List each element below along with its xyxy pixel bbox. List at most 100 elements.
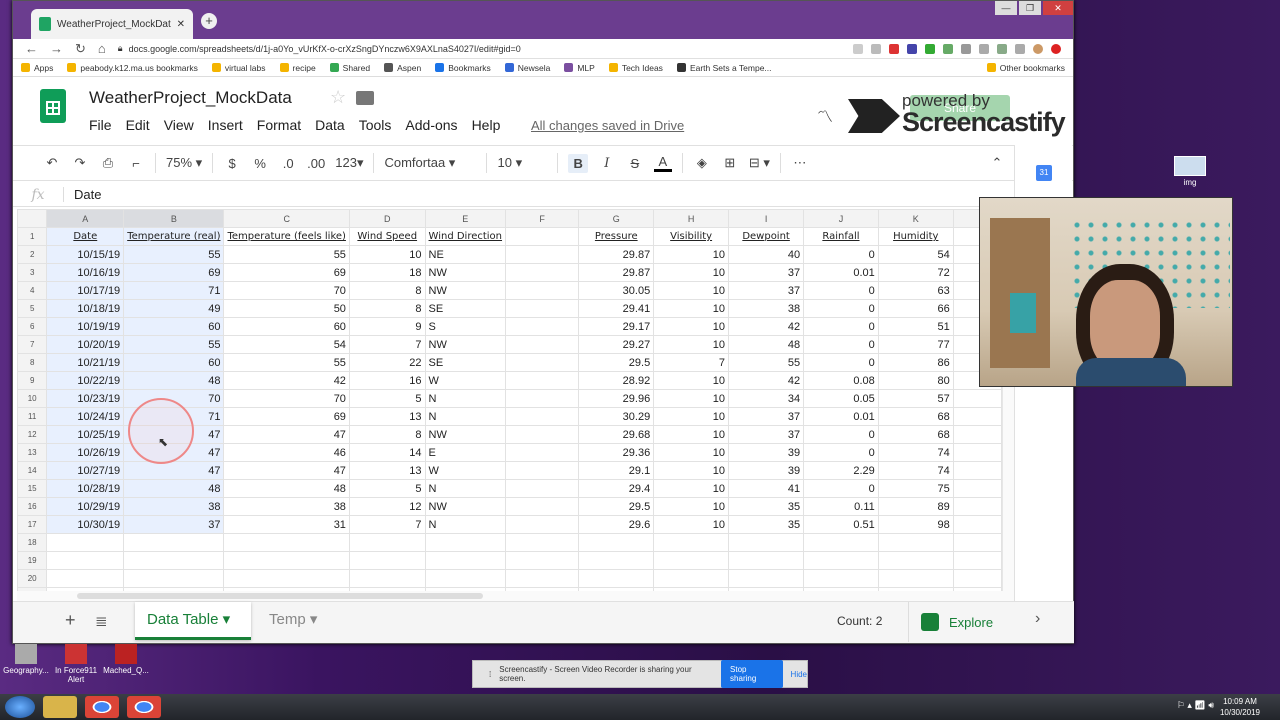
table-cell[interactable]: W	[424, 371, 507, 390]
table-cell[interactable]: 38	[223, 497, 350, 516]
extension-icon[interactable]	[1015, 43, 1025, 54]
stop-sharing-button[interactable]: Stop sharing	[721, 660, 783, 688]
empty-cell[interactable]	[223, 569, 350, 588]
table-cell[interactable]	[505, 515, 580, 534]
table-cell[interactable]: SE	[424, 353, 507, 372]
row-number[interactable]: 16	[17, 497, 48, 516]
row-number[interactable]: 12	[17, 425, 48, 444]
select-all-corner[interactable]	[17, 209, 48, 228]
explore-button[interactable]: Explore	[908, 602, 1020, 642]
table-cell[interactable]: 37	[728, 263, 805, 282]
empty-cell[interactable]	[952, 479, 1002, 498]
table-cell[interactable]: 10/22/19	[46, 371, 125, 390]
table-cell[interactable]: 29.17	[578, 317, 655, 336]
table-cell[interactable]: 0.01	[803, 263, 879, 282]
row-number[interactable]: 14	[17, 461, 48, 480]
more-options-icon[interactable]: ⋯	[791, 155, 809, 171]
table-cell[interactable]: 10/27/19	[46, 461, 125, 480]
empty-cell[interactable]	[728, 533, 805, 552]
table-cell[interactable]	[505, 497, 580, 516]
table-cell[interactable]: 48	[223, 479, 350, 498]
row-number[interactable]: 20	[17, 569, 48, 588]
table-cell[interactable]: 49	[123, 299, 225, 318]
extension-icon[interactable]	[1051, 43, 1061, 54]
row-number[interactable]: 8	[17, 353, 48, 372]
table-cell[interactable]: N	[424, 389, 507, 408]
table-cell[interactable]: 37	[123, 515, 225, 534]
table-cell[interactable]: 71	[123, 281, 225, 300]
table-cell[interactable]: 60	[223, 317, 350, 336]
table-cell[interactable]: 10/21/19	[46, 353, 125, 372]
table-cell[interactable]: 10/25/19	[46, 425, 125, 444]
table-cell[interactable]	[505, 281, 580, 300]
column-header[interactable]: G	[578, 209, 655, 228]
table-cell[interactable]: 10	[653, 245, 730, 264]
empty-cell[interactable]	[952, 551, 1002, 570]
bookmark-star-icon[interactable]	[871, 43, 881, 54]
row-number[interactable]: 17	[17, 515, 48, 534]
table-cell[interactable]: 74	[877, 443, 954, 462]
table-cell[interactable]: NE	[424, 245, 507, 264]
table-cell[interactable]: 5	[348, 479, 426, 498]
extension-icon[interactable]	[943, 43, 953, 54]
table-cell[interactable]	[505, 353, 580, 372]
decrease-decimal-button[interactable]: .0	[279, 156, 297, 171]
empty-cell[interactable]	[46, 551, 125, 570]
table-cell[interactable]: 30.29	[578, 407, 655, 426]
empty-cell[interactable]	[653, 569, 730, 588]
table-cell[interactable]: 0.11	[803, 497, 879, 516]
empty-cell[interactable]	[803, 551, 879, 570]
formula-input[interactable]: Date	[63, 187, 101, 202]
header-cell[interactable]: Temperature (feels like)	[223, 227, 350, 246]
bookmark-item[interactable]: peabody.k12.ma.us bookmarks	[67, 63, 198, 73]
clock[interactable]: 10:09 AM 10/30/2019	[1220, 696, 1260, 718]
table-cell[interactable]: 42	[223, 371, 350, 390]
extension-icon[interactable]	[907, 43, 917, 54]
column-header[interactable]: I	[728, 209, 805, 228]
table-cell[interactable]: 29.41	[578, 299, 655, 318]
header-cell[interactable]: Dewpoint	[728, 227, 805, 246]
column-header[interactable]: D	[348, 209, 426, 228]
table-cell[interactable]: 70	[223, 389, 350, 408]
table-cell[interactable]	[505, 335, 580, 354]
table-cell[interactable]: 29.6	[578, 515, 655, 534]
table-cell[interactable]: 29.87	[578, 245, 655, 264]
empty-cell[interactable]	[578, 569, 655, 588]
table-cell[interactable]: 10	[653, 425, 730, 444]
table-cell[interactable]: 38	[123, 497, 225, 516]
sheet-tab-temp[interactable]: Temp ▾	[257, 602, 339, 640]
row-number[interactable]: 4	[17, 281, 48, 300]
header-cell[interactable]: Pressure	[578, 227, 655, 246]
table-cell[interactable]: 35	[728, 497, 805, 516]
table-cell[interactable]: 13	[348, 461, 426, 480]
table-cell[interactable]: 10/17/19	[46, 281, 125, 300]
table-cell[interactable]: 48	[728, 335, 805, 354]
table-cell[interactable]: 68	[877, 425, 954, 444]
menu-data[interactable]: Data	[315, 117, 345, 133]
table-cell[interactable]: 48	[123, 371, 225, 390]
table-cell[interactable]: 10	[653, 479, 730, 498]
row-number[interactable]: 15	[17, 479, 48, 498]
table-cell[interactable]: 8	[348, 425, 426, 444]
header-cell[interactable]: Date	[46, 227, 125, 246]
row-number[interactable]: 5	[17, 299, 48, 318]
system-tray[interactable]: ⚐ ▴ 📶︎ 🔊︎	[1177, 700, 1214, 711]
empty-cell[interactable]	[223, 551, 350, 570]
borders-icon[interactable]: ⊞	[721, 155, 739, 171]
table-cell[interactable]	[505, 299, 580, 318]
table-cell[interactable]: 50	[223, 299, 350, 318]
empty-cell[interactable]	[653, 551, 730, 570]
table-cell[interactable]: 47	[223, 425, 350, 444]
header-cell[interactable]: Rainfall	[803, 227, 879, 246]
column-header[interactable]: F	[505, 209, 580, 228]
table-cell[interactable]: N	[424, 407, 507, 426]
empty-cell[interactable]	[952, 569, 1002, 588]
empty-cell[interactable]	[46, 569, 125, 588]
row-number[interactable]: 13	[17, 443, 48, 462]
empty-cell[interactable]	[46, 533, 125, 552]
empty-cell[interactable]	[952, 515, 1002, 534]
table-cell[interactable]: 37	[728, 281, 805, 300]
menu-format[interactable]: Format	[257, 117, 301, 133]
column-header[interactable]: B	[123, 209, 225, 228]
table-cell[interactable]: 0.01	[803, 407, 879, 426]
